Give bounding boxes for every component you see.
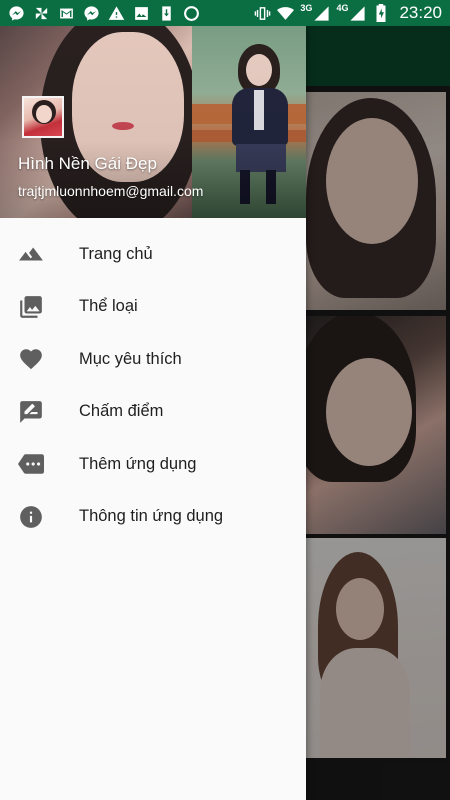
mountains-icon — [18, 241, 44, 267]
more-label-icon — [18, 451, 44, 477]
vibrate-icon — [254, 5, 271, 22]
rate-review-icon — [18, 399, 44, 425]
menu-item-categories[interactable]: Thể loại — [0, 281, 306, 334]
menu-item-more-apps[interactable]: Thêm ứng dụng — [0, 438, 306, 491]
system-icons: 3G 4G 23:20 — [254, 3, 442, 23]
warning-icon — [108, 5, 125, 22]
notification-icons — [8, 5, 200, 22]
wifi-icon — [277, 5, 295, 22]
messenger-icon — [83, 5, 100, 22]
clock: 23:20 — [399, 3, 442, 22]
photo-library-icon — [18, 294, 44, 320]
header-email: trajtjmluonnhoem@gmail.com — [18, 183, 204, 199]
menu-item-label: Chấm điểm — [79, 402, 164, 421]
image-icon — [133, 5, 150, 22]
download-icon — [158, 5, 175, 22]
status-bar: 3G 4G 23:20 — [0, 0, 450, 26]
menu-item-home[interactable]: Trang chủ — [0, 228, 306, 281]
signal-3g-icon — [313, 5, 330, 22]
menu-item-label: Thể loại — [79, 297, 138, 316]
circle-icon — [183, 5, 200, 22]
info-icon — [18, 504, 44, 530]
gmail-icon — [58, 5, 75, 22]
drawer-header: Hình Nền Gái Đẹp trajtjmluonnhoem@gmail.… — [0, 26, 306, 218]
menu-item-label: Thêm ứng dụng — [79, 454, 197, 473]
signal-4g-icon — [349, 5, 366, 22]
menu-item-app-info[interactable]: Thông tin ứng dụng — [0, 491, 306, 544]
pinwheel-icon — [33, 5, 50, 22]
menu-item-label: Thông tin ứng dụng — [79, 507, 224, 526]
messenger-icon — [8, 5, 25, 22]
menu-item-favorites[interactable]: Mục yêu thích — [0, 333, 306, 386]
network-type-3g: 3G — [300, 3, 313, 13]
network-type-4g: 4G — [336, 3, 349, 13]
avatar[interactable] — [22, 96, 64, 138]
menu-item-label: Trang chủ — [79, 244, 153, 263]
menu-item-rate[interactable]: Chấm điểm — [0, 386, 306, 439]
navigation-drawer: Hình Nền Gái Đẹp trajtjmluonnhoem@gmail.… — [0, 26, 306, 800]
heart-icon — [18, 346, 44, 372]
header-title: Hình Nền Gái Đẹp — [18, 154, 157, 173]
drawer-menu: Trang chủ Thể loại Mục yêu thích Chấm đi… — [0, 228, 306, 543]
menu-item-label: Mục yêu thích — [79, 349, 182, 368]
battery-charging-icon — [372, 4, 389, 22]
